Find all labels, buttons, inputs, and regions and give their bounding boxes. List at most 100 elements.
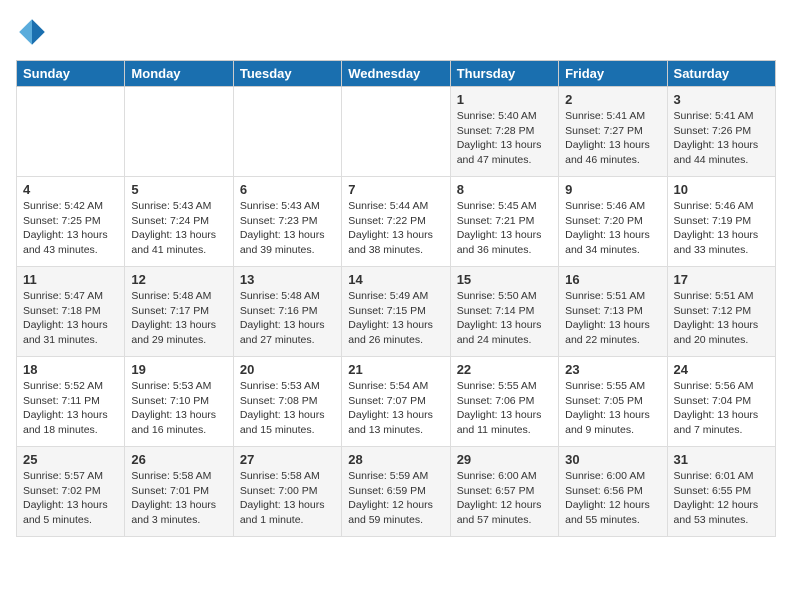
calendar-cell: 4 Sunrise: 5:42 AM Sunset: 7:25 PM Daylig…	[17, 177, 125, 267]
day-info: Sunrise: 5:58 AM Sunset: 7:00 PM Dayligh…	[240, 469, 335, 528]
calendar-week-1: 1 Sunrise: 5:40 AM Sunset: 7:28 PM Daylig…	[17, 87, 776, 177]
weekday-header-sunday: Sunday	[17, 61, 125, 87]
calendar-cell: 10Sunrise: 5:46 AM Sunset: 7:19 PM Dayli…	[667, 177, 775, 267]
day-number: 11	[23, 272, 118, 287]
day-number: 5	[131, 182, 226, 197]
day-info: Sunrise: 5:53 AM Sunset: 7:08 PM Dayligh…	[240, 379, 335, 438]
day-number: 10	[674, 182, 769, 197]
calendar-cell: 22Sunrise: 5:55 AM Sunset: 7:06 PM Dayli…	[450, 357, 558, 447]
page-header	[16, 16, 776, 48]
day-number: 16	[565, 272, 660, 287]
day-info: Sunrise: 5:45 AM Sunset: 7:21 PM Dayligh…	[457, 199, 552, 258]
day-info: Sunrise: 6:00 AM Sunset: 6:56 PM Dayligh…	[565, 469, 660, 528]
day-number: 31	[674, 452, 769, 467]
calendar-cell: 31 Sunrise: 6:01 AM Sunset: 6:55 PM Dayli…	[667, 447, 775, 537]
day-info: Sunrise: 5:57 AM Sunset: 7:02 PM Dayligh…	[23, 469, 118, 528]
day-info: Sunrise: 5:58 AM Sunset: 7:01 PM Dayligh…	[131, 469, 226, 528]
calendar-cell: 2 Sunrise: 5:41 AM Sunset: 7:27 PM Daylig…	[559, 87, 667, 177]
day-info: Sunrise: 6:01 AM Sunset: 6:55 PM Dayligh…	[674, 469, 769, 528]
calendar-cell: 5 Sunrise: 5:43 AM Sunset: 7:24 PM Daylig…	[125, 177, 233, 267]
calendar-cell: 26 Sunrise: 5:58 AM Sunset: 7:01 PM Dayli…	[125, 447, 233, 537]
calendar-cell	[17, 87, 125, 177]
calendar-cell: 28 Sunrise: 5:59 AM Sunset: 6:59 PM Dayli…	[342, 447, 450, 537]
day-info: Sunrise: 5:49 AM Sunset: 7:15 PM Dayligh…	[348, 289, 443, 348]
weekday-header-row: SundayMondayTuesdayWednesdayThursdayFrid…	[17, 61, 776, 87]
calendar-cell: 12 Sunrise: 5:48 AM Sunset: 7:17 PM Dayli…	[125, 267, 233, 357]
day-info: Sunrise: 5:41 AM Sunset: 7:26 PM Dayligh…	[674, 109, 769, 168]
day-number: 12	[131, 272, 226, 287]
day-number: 15	[457, 272, 552, 287]
day-number: 28	[348, 452, 443, 467]
day-number: 30	[565, 452, 660, 467]
calendar-cell: 18Sunrise: 5:52 AM Sunset: 7:11 PM Dayli…	[17, 357, 125, 447]
day-info: Sunrise: 5:41 AM Sunset: 7:27 PM Dayligh…	[565, 109, 660, 168]
calendar-week-4: 18Sunrise: 5:52 AM Sunset: 7:11 PM Dayli…	[17, 357, 776, 447]
day-info: Sunrise: 5:59 AM Sunset: 6:59 PM Dayligh…	[348, 469, 443, 528]
calendar-week-3: 11 Sunrise: 5:47 AM Sunset: 7:18 PM Dayli…	[17, 267, 776, 357]
weekday-header-saturday: Saturday	[667, 61, 775, 87]
day-number: 9	[565, 182, 660, 197]
calendar-cell: 29 Sunrise: 6:00 AM Sunset: 6:57 PM Dayli…	[450, 447, 558, 537]
day-number: 22	[457, 362, 552, 377]
day-info: Sunrise: 5:56 AM Sunset: 7:04 PM Dayligh…	[674, 379, 769, 438]
day-number: 8	[457, 182, 552, 197]
day-number: 14	[348, 272, 443, 287]
calendar-week-2: 4 Sunrise: 5:42 AM Sunset: 7:25 PM Daylig…	[17, 177, 776, 267]
calendar-cell: 14 Sunrise: 5:49 AM Sunset: 7:15 PM Dayli…	[342, 267, 450, 357]
day-number: 6	[240, 182, 335, 197]
day-number: 7	[348, 182, 443, 197]
calendar-cell: 1 Sunrise: 5:40 AM Sunset: 7:28 PM Daylig…	[450, 87, 558, 177]
day-number: 1	[457, 92, 552, 107]
day-number: 26	[131, 452, 226, 467]
calendar-cell: 24 Sunrise: 5:56 AM Sunset: 7:04 PM Dayli…	[667, 357, 775, 447]
calendar-cell: 17Sunrise: 5:51 AM Sunset: 7:12 PM Dayli…	[667, 267, 775, 357]
calendar-cell: 3Sunrise: 5:41 AM Sunset: 7:26 PM Daylig…	[667, 87, 775, 177]
calendar-cell	[342, 87, 450, 177]
day-number: 21	[348, 362, 443, 377]
day-info: Sunrise: 5:40 AM Sunset: 7:28 PM Dayligh…	[457, 109, 552, 168]
day-number: 23	[565, 362, 660, 377]
calendar-cell: 7Sunrise: 5:44 AM Sunset: 7:22 PM Daylig…	[342, 177, 450, 267]
day-info: Sunrise: 5:43 AM Sunset: 7:24 PM Dayligh…	[131, 199, 226, 258]
calendar-cell: 6 Sunrise: 5:43 AM Sunset: 7:23 PM Daylig…	[233, 177, 341, 267]
logo	[16, 16, 52, 48]
day-number: 29	[457, 452, 552, 467]
calendar-cell: 27 Sunrise: 5:58 AM Sunset: 7:00 PM Dayli…	[233, 447, 341, 537]
day-info: Sunrise: 5:53 AM Sunset: 7:10 PM Dayligh…	[131, 379, 226, 438]
calendar-cell: 9 Sunrise: 5:46 AM Sunset: 7:20 PM Daylig…	[559, 177, 667, 267]
day-number: 18	[23, 362, 118, 377]
calendar-cell: 23 Sunrise: 5:55 AM Sunset: 7:05 PM Dayli…	[559, 357, 667, 447]
day-info: Sunrise: 5:51 AM Sunset: 7:12 PM Dayligh…	[674, 289, 769, 348]
calendar-cell: 16 Sunrise: 5:51 AM Sunset: 7:13 PM Dayli…	[559, 267, 667, 357]
day-number: 25	[23, 452, 118, 467]
weekday-header-friday: Friday	[559, 61, 667, 87]
day-info: Sunrise: 5:55 AM Sunset: 7:05 PM Dayligh…	[565, 379, 660, 438]
day-number: 13	[240, 272, 335, 287]
calendar-cell: 8 Sunrise: 5:45 AM Sunset: 7:21 PM Daylig…	[450, 177, 558, 267]
day-info: Sunrise: 5:48 AM Sunset: 7:17 PM Dayligh…	[131, 289, 226, 348]
day-info: Sunrise: 5:51 AM Sunset: 7:13 PM Dayligh…	[565, 289, 660, 348]
day-info: Sunrise: 5:42 AM Sunset: 7:25 PM Dayligh…	[23, 199, 118, 258]
day-info: Sunrise: 5:54 AM Sunset: 7:07 PM Dayligh…	[348, 379, 443, 438]
calendar-table: SundayMondayTuesdayWednesdayThursdayFrid…	[16, 60, 776, 537]
calendar-cell: 19 Sunrise: 5:53 AM Sunset: 7:10 PM Dayli…	[125, 357, 233, 447]
day-info: Sunrise: 5:46 AM Sunset: 7:20 PM Dayligh…	[565, 199, 660, 258]
day-number: 4	[23, 182, 118, 197]
calendar-cell: 30 Sunrise: 6:00 AM Sunset: 6:56 PM Dayli…	[559, 447, 667, 537]
calendar-cell: 20Sunrise: 5:53 AM Sunset: 7:08 PM Dayli…	[233, 357, 341, 447]
weekday-header-wednesday: Wednesday	[342, 61, 450, 87]
day-number: 27	[240, 452, 335, 467]
day-info: Sunrise: 5:47 AM Sunset: 7:18 PM Dayligh…	[23, 289, 118, 348]
day-number: 2	[565, 92, 660, 107]
weekday-header-thursday: Thursday	[450, 61, 558, 87]
weekday-header-monday: Monday	[125, 61, 233, 87]
day-number: 19	[131, 362, 226, 377]
day-info: Sunrise: 5:50 AM Sunset: 7:14 PM Dayligh…	[457, 289, 552, 348]
calendar-cell: 15 Sunrise: 5:50 AM Sunset: 7:14 PM Dayli…	[450, 267, 558, 357]
day-info: Sunrise: 5:43 AM Sunset: 7:23 PM Dayligh…	[240, 199, 335, 258]
calendar-week-5: 25 Sunrise: 5:57 AM Sunset: 7:02 PM Dayli…	[17, 447, 776, 537]
day-number: 24	[674, 362, 769, 377]
calendar-cell	[125, 87, 233, 177]
day-info: Sunrise: 6:00 AM Sunset: 6:57 PM Dayligh…	[457, 469, 552, 528]
calendar-cell	[233, 87, 341, 177]
